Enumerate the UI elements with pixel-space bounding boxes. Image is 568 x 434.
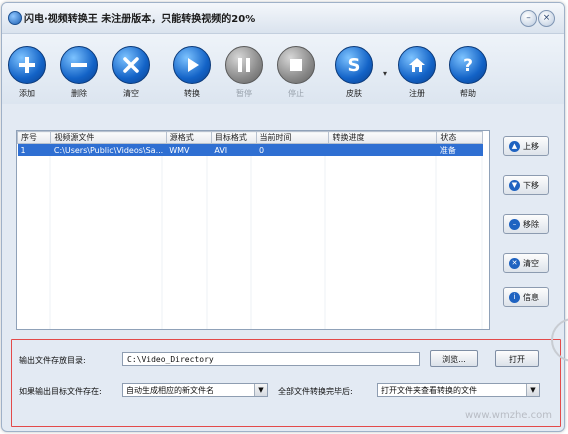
stop-icon — [277, 46, 315, 84]
stop-button[interactable]: 停止 — [273, 46, 319, 99]
exists-select[interactable]: 自动生成相应的新文件名 ▼ — [122, 383, 268, 397]
after-select[interactable]: 打开文件夹查看转换的文件 ▼ — [377, 383, 540, 397]
col-current-time[interactable]: 当前时间 — [255, 131, 330, 144]
question-icon: ? — [449, 46, 487, 84]
col-source[interactable]: 视频源文件 — [50, 131, 167, 144]
skin-label: 皮肤 — [346, 89, 362, 98]
skin-button[interactable]: S 皮肤 — [331, 46, 377, 99]
skin-dropdown-icon[interactable]: ▾ — [383, 69, 387, 78]
cell-status: 准备 — [436, 143, 483, 156]
cell-current-time: 0 — [256, 143, 329, 156]
pause-button[interactable]: 暂停 — [221, 46, 267, 99]
move-down-button[interactable]: ▼ 下移 — [503, 175, 549, 195]
info-icon: i — [509, 291, 520, 303]
cell-progress — [328, 143, 437, 156]
open-button[interactable]: 打开 — [495, 350, 539, 367]
after-select-value: 打开文件夹查看转换的文件 — [381, 386, 477, 395]
window-title: 闪电·视频转换王 未注册版本，只能转换视频的20% — [24, 14, 256, 25]
info-label: 信息 — [523, 292, 539, 302]
svg-text:S: S — [348, 55, 361, 75]
help-button[interactable]: ? 帮助 — [445, 46, 491, 99]
register-button[interactable]: 注册 — [394, 46, 440, 99]
skin-s-icon: S — [335, 46, 373, 84]
cell-dst-format: AVI — [211, 143, 257, 156]
browse-button[interactable]: 浏览... — [430, 350, 478, 367]
table-header: 序号 视频源文件 源格式 目标格式 当前时间 转换进度 状态 — [16, 131, 483, 144]
title-bar: 闪电·视频转换王 未注册版本，只能转换视频的20% – × — [2, 3, 564, 34]
play-icon — [173, 46, 211, 84]
grid-lines — [49, 144, 483, 329]
col-dst-format[interactable]: 目标格式 — [210, 131, 257, 144]
chevron-down-icon: ▼ — [254, 384, 267, 396]
move-up-label: 上移 — [523, 141, 539, 151]
close-button[interactable]: × — [538, 10, 555, 27]
col-src-format[interactable]: 源格式 — [165, 131, 212, 144]
table-row[interactable]: 1 C:\Users\Public\Videos\Sa... WMV AVI 0… — [17, 143, 483, 156]
move-down-label: 下移 — [523, 180, 539, 190]
delete-label: 删除 — [71, 89, 87, 98]
convert-label: 转换 — [184, 89, 200, 98]
x-icon — [112, 46, 150, 84]
file-table: 序号 视频源文件 源格式 目标格式 当前时间 转换进度 状态 1 C:\User… — [16, 131, 483, 156]
stop-label: 停止 — [288, 89, 304, 98]
minus-icon — [60, 46, 98, 84]
remove-button[interactable]: – 移除 — [503, 214, 549, 234]
col-progress[interactable]: 转换进度 — [328, 131, 438, 144]
col-status[interactable]: 状态 — [436, 131, 483, 144]
info-button[interactable]: i 信息 — [503, 287, 549, 307]
file-list[interactable]: 序号 视频源文件 源格式 目标格式 当前时间 转换进度 状态 1 C:\User… — [16, 130, 490, 330]
pause-label: 暂停 — [236, 89, 252, 98]
watermark: www.wmzhe.com — [465, 410, 552, 421]
register-label: 注册 — [409, 89, 425, 98]
x-small-icon: ✕ — [509, 257, 520, 269]
svg-text:?: ? — [463, 56, 473, 75]
delete-button[interactable]: 删除 — [56, 46, 102, 99]
arrow-down-icon: ▼ — [509, 179, 520, 191]
plus-icon — [8, 46, 46, 84]
minus-small-icon: – — [509, 218, 520, 230]
arrow-up-icon: ▲ — [509, 140, 520, 152]
move-up-button[interactable]: ▲ 上移 — [503, 136, 549, 156]
remove-label: 移除 — [523, 219, 539, 229]
output-dir-label: 输出文件存放目录: — [19, 356, 86, 365]
clear-label: 清空 — [123, 89, 139, 98]
cell-index: 1 — [17, 143, 51, 156]
exists-label: 如果输出目标文件存在: — [19, 387, 102, 396]
add-button[interactable]: 添加 — [4, 46, 50, 99]
exists-select-value: 自动生成相应的新文件名 — [126, 386, 214, 395]
add-label: 添加 — [19, 89, 35, 98]
app-window: 闪电·视频转换王 未注册版本，只能转换视频的20% – × 添加 删除 清空 转… — [1, 2, 565, 432]
clear-list-label: 清空 — [523, 258, 539, 268]
output-dir-field[interactable]: C:\Video_Directory — [122, 352, 420, 366]
cell-src-format: WMV — [166, 143, 212, 156]
col-index[interactable]: 序号 — [16, 131, 52, 144]
toolbar: 添加 删除 清空 转换 暂停 停止 S 皮肤 ▾ 注册 ? 帮助 — [2, 34, 564, 104]
pause-icon — [225, 46, 263, 84]
home-icon — [398, 46, 436, 84]
cell-source: C:\Users\Public\Videos\Sa... — [50, 143, 167, 156]
chevron-down-icon: ▼ — [526, 384, 539, 396]
minimize-button[interactable]: – — [520, 10, 537, 27]
clear-button[interactable]: 清空 — [108, 46, 154, 99]
app-logo-icon — [8, 11, 22, 25]
help-label: 帮助 — [460, 89, 476, 98]
after-label: 全部文件转换完毕后: — [278, 387, 353, 396]
convert-button[interactable]: 转换 — [169, 46, 215, 99]
clear-list-button[interactable]: ✕ 清空 — [503, 253, 549, 273]
